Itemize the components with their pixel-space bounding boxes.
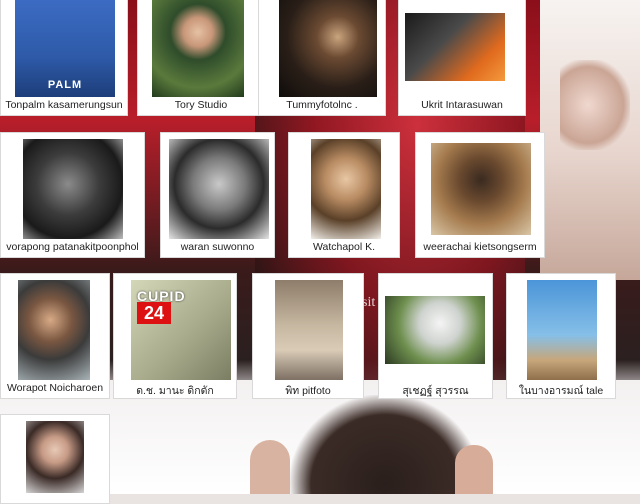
friend-card[interactable]: vorapong patanakitpoonphol: [0, 132, 145, 258]
friend-name[interactable]: vorapong patanakitpoonphol: [1, 241, 144, 253]
friend-photo[interactable]: [431, 143, 531, 235]
friend-photo[interactable]: PALM: [15, 0, 115, 97]
photo-caption-text: PALM: [47, 79, 83, 91]
friend-photo[interactable]: [275, 280, 343, 380]
friend-photo[interactable]: [527, 280, 597, 380]
friend-photo[interactable]: [405, 13, 505, 81]
friend-photo[interactable]: [23, 139, 123, 239]
friend-photo[interactable]: [26, 421, 84, 493]
friend-card[interactable]: ในบางอารมณ์ tale: [506, 273, 616, 399]
friend-name[interactable]: Tonpalm kasamerungsun: [1, 99, 127, 111]
friend-name[interactable]: ในบางอารมณ์ tale: [507, 382, 615, 399]
friend-name[interactable]: Watchapol K.: [289, 241, 399, 253]
friend-name[interactable]: Tory Studio: [138, 99, 264, 111]
friend-photo[interactable]: CUPID 24: [131, 280, 231, 380]
photo-number-text: 24: [137, 302, 171, 324]
friend-card[interactable]: พิท pitfoto: [252, 273, 364, 399]
friend-card[interactable]: Tory Studio: [137, 0, 265, 116]
friend-card[interactable]: waran suwonno: [160, 132, 275, 258]
friend-name[interactable]: สุเชฏฐ์ สุวรรณ: [379, 382, 492, 399]
friend-card[interactable]: [0, 414, 110, 504]
friend-card[interactable]: สุเชฏฐ์ สุวรรณ: [378, 273, 493, 399]
friend-card[interactable]: weerachai kietsongserm: [415, 132, 545, 258]
friend-card[interactable]: Tummyfotolnc .: [258, 0, 386, 116]
friend-name[interactable]: Worapot Noicharoen: [1, 382, 109, 394]
friend-name[interactable]: ด.ช. มานะ ดิกดัก: [114, 382, 236, 399]
friend-photo[interactable]: [311, 139, 381, 239]
friend-name[interactable]: Ukrit Intarasuwan: [399, 99, 525, 111]
friend-photo[interactable]: [152, 0, 244, 97]
friend-card[interactable]: Worapot Noicharoen: [0, 273, 110, 399]
friend-card[interactable]: Ukrit Intarasuwan: [398, 0, 526, 116]
friend-name[interactable]: waran suwonno: [161, 241, 274, 253]
friend-name[interactable]: Tummyfotolnc .: [259, 99, 385, 111]
friend-photo[interactable]: [18, 280, 90, 380]
friend-photo[interactable]: [169, 139, 269, 239]
friend-card[interactable]: PALM Tonpalm kasamerungsun: [0, 0, 128, 116]
friend-card[interactable]: CUPID 24 ด.ช. มานะ ดิกดัก: [113, 273, 237, 399]
friend-name[interactable]: weerachai kietsongserm: [416, 241, 544, 253]
friend-name[interactable]: พิท pitfoto: [253, 382, 363, 399]
friend-photo[interactable]: [385, 296, 485, 364]
friend-photo[interactable]: [279, 0, 377, 97]
friend-card[interactable]: Watchapol K.: [288, 132, 400, 258]
